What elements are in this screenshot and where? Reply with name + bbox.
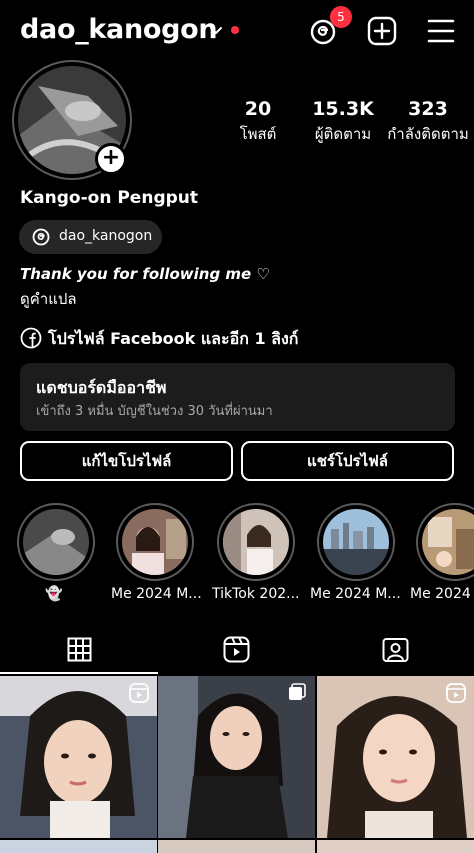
bio-text: Thank you for following me ♡	[20, 265, 270, 283]
followers-count: 15.3K	[312, 98, 374, 120]
top-bar: dao_kanogon 5	[0, 0, 474, 64]
following-stat[interactable]: 323 กำลังติดตาม	[386, 98, 470, 146]
posts-label: โพสต์	[239, 125, 277, 143]
username-switcher[interactable]: dao_kanogon	[20, 14, 218, 45]
facebook-icon	[20, 327, 42, 349]
followers-stat[interactable]: 15.3K ผู้ติดตาม	[302, 98, 384, 146]
new-post-icon[interactable]	[367, 16, 397, 46]
see-translation-link[interactable]: ดูคำแปล	[20, 287, 77, 311]
dashboard-title: แดชบอร์ดมืออาชีพ	[36, 378, 167, 397]
highlight-4[interactable]	[317, 503, 395, 581]
full-name: Kango-on Pengput	[20, 188, 199, 208]
highlight-3-label: TikTok 202...	[212, 586, 300, 602]
highlight-1-label: 👻	[45, 586, 63, 602]
highlight-4-label: Me 2024 M...	[310, 586, 401, 602]
reels-icon[interactable]	[223, 636, 250, 663]
post-4[interactable]	[0, 840, 157, 853]
threads-handle: dao_kanogon	[59, 228, 153, 244]
threads-badge: 5	[330, 6, 352, 28]
grid-icon[interactable]	[67, 637, 92, 662]
post-3[interactable]	[317, 676, 474, 838]
following-label: กำลังติดตาม	[387, 125, 469, 143]
highlight-2[interactable]	[116, 503, 194, 581]
tagged-icon[interactable]	[382, 636, 409, 663]
reel-icon	[129, 683, 149, 703]
notification-dot	[231, 26, 239, 34]
highlight-5-label: Me 2024	[410, 586, 471, 602]
post-5[interactable]	[158, 840, 315, 853]
post-2[interactable]	[158, 676, 315, 838]
edit-profile-button[interactable]: แก้ไขโปรไฟล์	[20, 441, 233, 481]
dashboard-subtitle: เข้าถึง 3 หมื่น บัญชีในช่วง 30 วันที่ผ่า…	[36, 404, 273, 419]
followers-label: ผู้ติดตาม	[314, 125, 372, 143]
posts-stat[interactable]: 20 โพสต์	[228, 98, 288, 146]
highlight-1[interactable]	[17, 503, 95, 581]
menu-icon[interactable]	[427, 18, 455, 44]
add-story-button[interactable]: +	[95, 143, 127, 175]
highlight-5[interactable]	[416, 503, 474, 581]
post-1[interactable]	[0, 676, 157, 838]
multi-photo-icon	[289, 683, 306, 700]
reel-icon	[446, 683, 466, 703]
highlight-2-label: Me 2024 M...	[111, 586, 202, 602]
chevron-down-icon[interactable]	[207, 22, 225, 40]
posts-count: 20	[244, 98, 272, 120]
threads-icon	[32, 228, 50, 246]
highlight-3[interactable]	[217, 503, 295, 581]
post-6[interactable]	[317, 840, 474, 853]
active-tab-indicator	[0, 672, 158, 674]
threads-profile-link[interactable]: dao_kanogon	[19, 220, 162, 254]
share-profile-button[interactable]: แชร์โปรไฟล์	[241, 441, 454, 481]
external-links[interactable]: โปรไฟล์ Facebook และอีก 1 ลิงก์	[48, 327, 298, 352]
following-count: 323	[408, 98, 448, 120]
profile-tabs	[0, 625, 474, 675]
professional-dashboard[interactable]: แดชบอร์ดมืออาชีพ เข้าถึง 3 หมื่น บัญชีใน…	[20, 363, 455, 431]
